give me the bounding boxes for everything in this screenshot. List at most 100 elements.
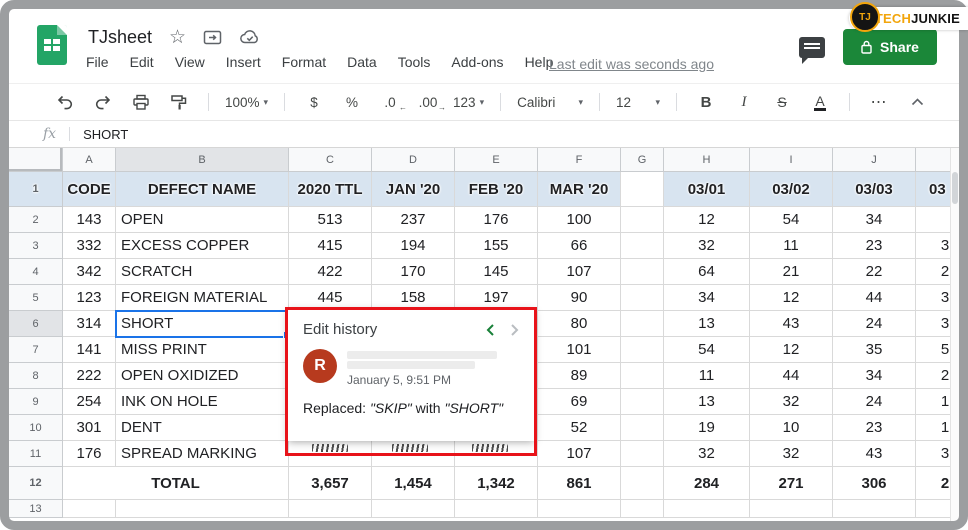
number-format-button[interactable]: 123▾: [448, 89, 489, 115]
cell-K4[interactable]: 2: [916, 259, 950, 285]
cell-H12[interactable]: 284: [664, 467, 750, 500]
row-header-5[interactable]: 5: [9, 285, 63, 311]
cell-B6[interactable]: SHORT: [116, 311, 289, 337]
cell-F8[interactable]: 89: [538, 363, 621, 389]
cell-J8[interactable]: 34: [833, 363, 916, 389]
increase-decimal-button[interactable]: .00→: [410, 89, 446, 115]
cell-G10[interactable]: [621, 415, 664, 441]
cell-I7[interactable]: 12: [750, 337, 833, 363]
cell-E5[interactable]: 197: [455, 285, 538, 311]
row-header-2[interactable]: 2: [9, 207, 63, 233]
cell-J1[interactable]: 03/03: [833, 172, 916, 207]
cell-H13[interactable]: [664, 500, 750, 518]
cell-G1[interactable]: [621, 172, 664, 207]
bold-button[interactable]: B: [688, 89, 724, 115]
font-family-select[interactable]: Calibri▾: [512, 89, 588, 115]
cell-J3[interactable]: 23: [833, 233, 916, 259]
cell-H4[interactable]: 64: [664, 259, 750, 285]
more-options-button[interactable]: ⋯: [861, 89, 897, 115]
currency-format-button[interactable]: $: [296, 89, 332, 115]
cell-K10[interactable]: 1: [916, 415, 950, 441]
cell-I13[interactable]: [750, 500, 833, 518]
cell-D3[interactable]: 194: [372, 233, 455, 259]
cell-K12[interactable]: 2: [916, 467, 950, 500]
cell-F12[interactable]: 861: [538, 467, 621, 500]
font-size-select[interactable]: 12▾: [611, 89, 665, 115]
cell-I5[interactable]: 12: [750, 285, 833, 311]
zoom-select[interactable]: 100%▾: [220, 89, 273, 115]
cell-A3[interactable]: 332: [63, 233, 116, 259]
cell-A9[interactable]: 254: [63, 389, 116, 415]
menu-item-data[interactable]: Data: [347, 54, 377, 70]
cell-A13[interactable]: [63, 500, 116, 518]
cell-H6[interactable]: 13: [664, 311, 750, 337]
cell-G2[interactable]: [621, 207, 664, 233]
cell-C3[interactable]: 415: [289, 233, 372, 259]
column-letter-J[interactable]: J: [833, 148, 916, 172]
cell-E13[interactable]: [455, 500, 538, 518]
vertical-scrollbar[interactable]: [950, 148, 959, 521]
cell-B11[interactable]: SPREAD MARKING: [116, 441, 289, 467]
cell-F11[interactable]: 107: [538, 441, 621, 467]
row-header-10[interactable]: 10: [9, 415, 63, 441]
cell-J4[interactable]: 22: [833, 259, 916, 285]
menu-item-format[interactable]: Format: [282, 54, 326, 70]
italic-button[interactable]: I: [726, 89, 762, 115]
cell-B10[interactable]: DENT: [116, 415, 289, 441]
cell-K5[interactable]: 3: [916, 285, 950, 311]
cell-I6[interactable]: 43: [750, 311, 833, 337]
row-header-8[interactable]: 8: [9, 363, 63, 389]
cell-K2[interactable]: [916, 207, 950, 233]
cell-I2[interactable]: 54: [750, 207, 833, 233]
cell-H7[interactable]: 54: [664, 337, 750, 363]
cell-D4[interactable]: 170: [372, 259, 455, 285]
cell-A7[interactable]: 141: [63, 337, 116, 363]
cell-E3[interactable]: 155: [455, 233, 538, 259]
column-letter-K[interactable]: [916, 148, 950, 172]
row-header-11[interactable]: 11: [9, 441, 63, 467]
collapse-toolbar-button[interactable]: [899, 89, 935, 115]
cell-J13[interactable]: [833, 500, 916, 518]
last-edit-link[interactable]: Last edit was seconds ago: [549, 56, 714, 72]
menu-item-view[interactable]: View: [175, 54, 205, 70]
cell-G5[interactable]: [621, 285, 664, 311]
column-letter-C[interactable]: C: [289, 148, 372, 172]
column-letter-D[interactable]: D: [372, 148, 455, 172]
cell-F6[interactable]: 80: [538, 311, 621, 337]
cell-G4[interactable]: [621, 259, 664, 285]
cell-A2[interactable]: 143: [63, 207, 116, 233]
comment-icon[interactable]: [799, 37, 825, 58]
cell-B8[interactable]: OPEN OXIDIZED: [116, 363, 289, 389]
cell-G12[interactable]: [621, 467, 664, 500]
cell-D2[interactable]: 237: [372, 207, 455, 233]
cell-G13[interactable]: [621, 500, 664, 518]
cell-J9[interactable]: 24: [833, 389, 916, 415]
row-header-13[interactable]: 13: [9, 500, 63, 518]
cell-F1[interactable]: MAR '20: [538, 172, 621, 207]
cell-C13[interactable]: [289, 500, 372, 518]
cell-H1[interactable]: 03/01: [664, 172, 750, 207]
cell-I10[interactable]: 10: [750, 415, 833, 441]
sheets-logo[interactable]: [37, 25, 67, 65]
cell-H2[interactable]: 12: [664, 207, 750, 233]
row-header-3[interactable]: 3: [9, 233, 63, 259]
cell-H8[interactable]: 11: [664, 363, 750, 389]
row-header-9[interactable]: 9: [9, 389, 63, 415]
cell-D1[interactable]: JAN '20: [372, 172, 455, 207]
formula-bar[interactable]: fx SHORT: [9, 121, 959, 148]
row-header-6[interactable]: 6: [9, 311, 63, 337]
cell-I1[interactable]: 03/02: [750, 172, 833, 207]
cell-D13[interactable]: [372, 500, 455, 518]
decrease-decimal-button[interactable]: .0←: [372, 89, 408, 115]
cell-K8[interactable]: 2: [916, 363, 950, 389]
cell-H9[interactable]: 13: [664, 389, 750, 415]
cell-F7[interactable]: 101: [538, 337, 621, 363]
cell-J12[interactable]: 306: [833, 467, 916, 500]
paint-format-button[interactable]: [161, 89, 197, 115]
cell-I11[interactable]: 32: [750, 441, 833, 467]
cell-D12[interactable]: 1,454: [372, 467, 455, 500]
cell-G6[interactable]: [621, 311, 664, 337]
cell-E4[interactable]: 145: [455, 259, 538, 285]
cell-J2[interactable]: 34: [833, 207, 916, 233]
cell-F13[interactable]: [538, 500, 621, 518]
